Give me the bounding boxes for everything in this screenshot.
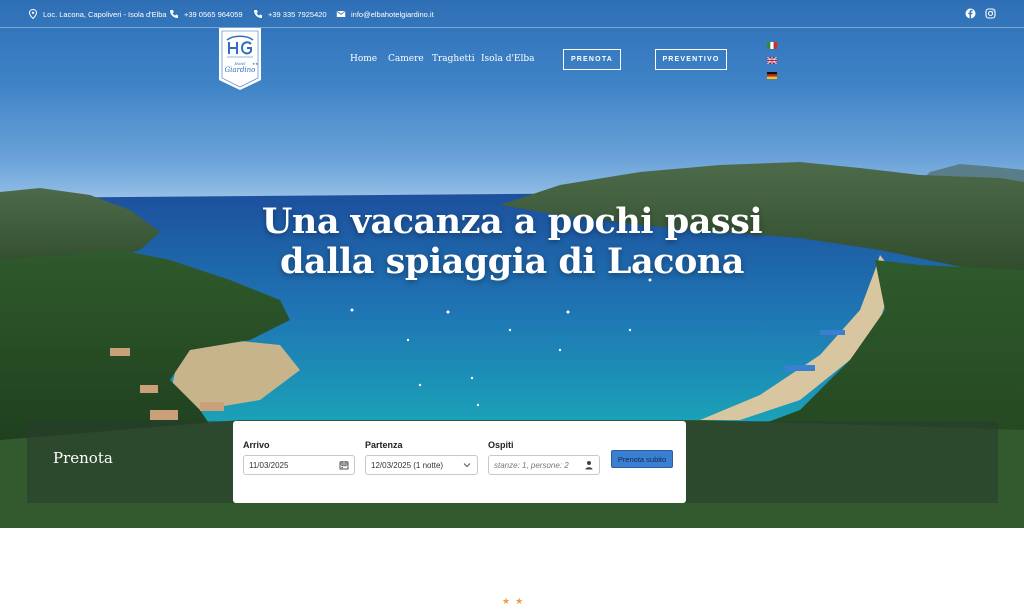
nav-camere[interactable]: Camere — [388, 54, 424, 64]
address-item: Loc. Lacona, Capoliveri - Isola d'Elba — [28, 9, 167, 19]
phone1-item[interactable]: +39 0565 964059 — [169, 9, 243, 19]
map-pin-icon — [28, 9, 38, 19]
phone-icon — [254, 10, 262, 18]
phone1-text[interactable]: +39 0565 964059 — [184, 10, 243, 19]
italian-flag-icon[interactable] — [767, 42, 777, 49]
partenza-value: 12/03/2025 (1 notte) — [371, 460, 444, 470]
preventivo-button[interactable]: PREVENTIVO — [655, 49, 727, 70]
hotel-logo[interactable]: Hotel Giardino ★★ — [219, 28, 261, 90]
instagram-icon[interactable] — [985, 8, 996, 19]
phone2-text[interactable]: +39 335 7925420 — [268, 10, 327, 19]
arrivo-value: 11/03/2025 — [249, 460, 289, 470]
top-contact-bar: Loc. Lacona, Capoliveri - Isola d'Elba +… — [0, 0, 1024, 28]
arrivo-date-input[interactable]: 11/03/2025 — [243, 455, 355, 475]
nav-traghetti[interactable]: Traghetti — [432, 54, 475, 64]
hero-headline-line2: dalla spiaggia di Lacona — [280, 241, 744, 282]
partenza-label: Partenza — [365, 440, 403, 450]
booking-title: Prenota — [53, 449, 113, 467]
chevron-down-icon — [463, 463, 471, 468]
email-text[interactable]: info@elbahotelgiardino.it — [351, 10, 434, 19]
hero-headline-line1: Una vacanza a pochi passi — [261, 201, 763, 242]
svg-text:Giardino: Giardino — [225, 66, 256, 74]
envelope-icon — [336, 10, 346, 17]
phone-icon — [170, 10, 178, 18]
nav-home[interactable]: Home — [350, 54, 377, 64]
rating-stars: ★★ — [502, 596, 529, 606]
prenota-subito-button[interactable]: Prenota subito — [611, 450, 673, 468]
email-item[interactable]: info@elbahotelgiardino.it — [336, 9, 434, 19]
user-icon — [585, 461, 593, 470]
arrivo-label: Arrivo — [243, 440, 270, 450]
phone2-item[interactable]: +39 335 7925420 — [253, 9, 327, 19]
ospiti-placeholder: stanze: 1, persone: 2 — [494, 460, 569, 470]
partenza-select[interactable]: 12/03/2025 (1 notte) — [365, 455, 478, 475]
german-flag-icon[interactable] — [767, 72, 777, 79]
hotel-giardino-logo-icon: Hotel Giardino ★★ — [219, 28, 261, 90]
prenota-button[interactable]: PRENOTA — [563, 49, 621, 70]
nav-isola-elba[interactable]: Isola d'Elba — [481, 54, 535, 64]
uk-flag-icon[interactable] — [767, 57, 777, 64]
calendar-icon — [339, 461, 349, 470]
facebook-icon[interactable] — [965, 8, 976, 19]
address-text: Loc. Lacona, Capoliveri - Isola d'Elba — [43, 9, 167, 19]
svg-text:★★: ★★ — [252, 62, 259, 66]
ospiti-input[interactable]: stanze: 1, persone: 2 — [488, 455, 600, 475]
ospiti-label: Ospiti — [488, 440, 514, 450]
